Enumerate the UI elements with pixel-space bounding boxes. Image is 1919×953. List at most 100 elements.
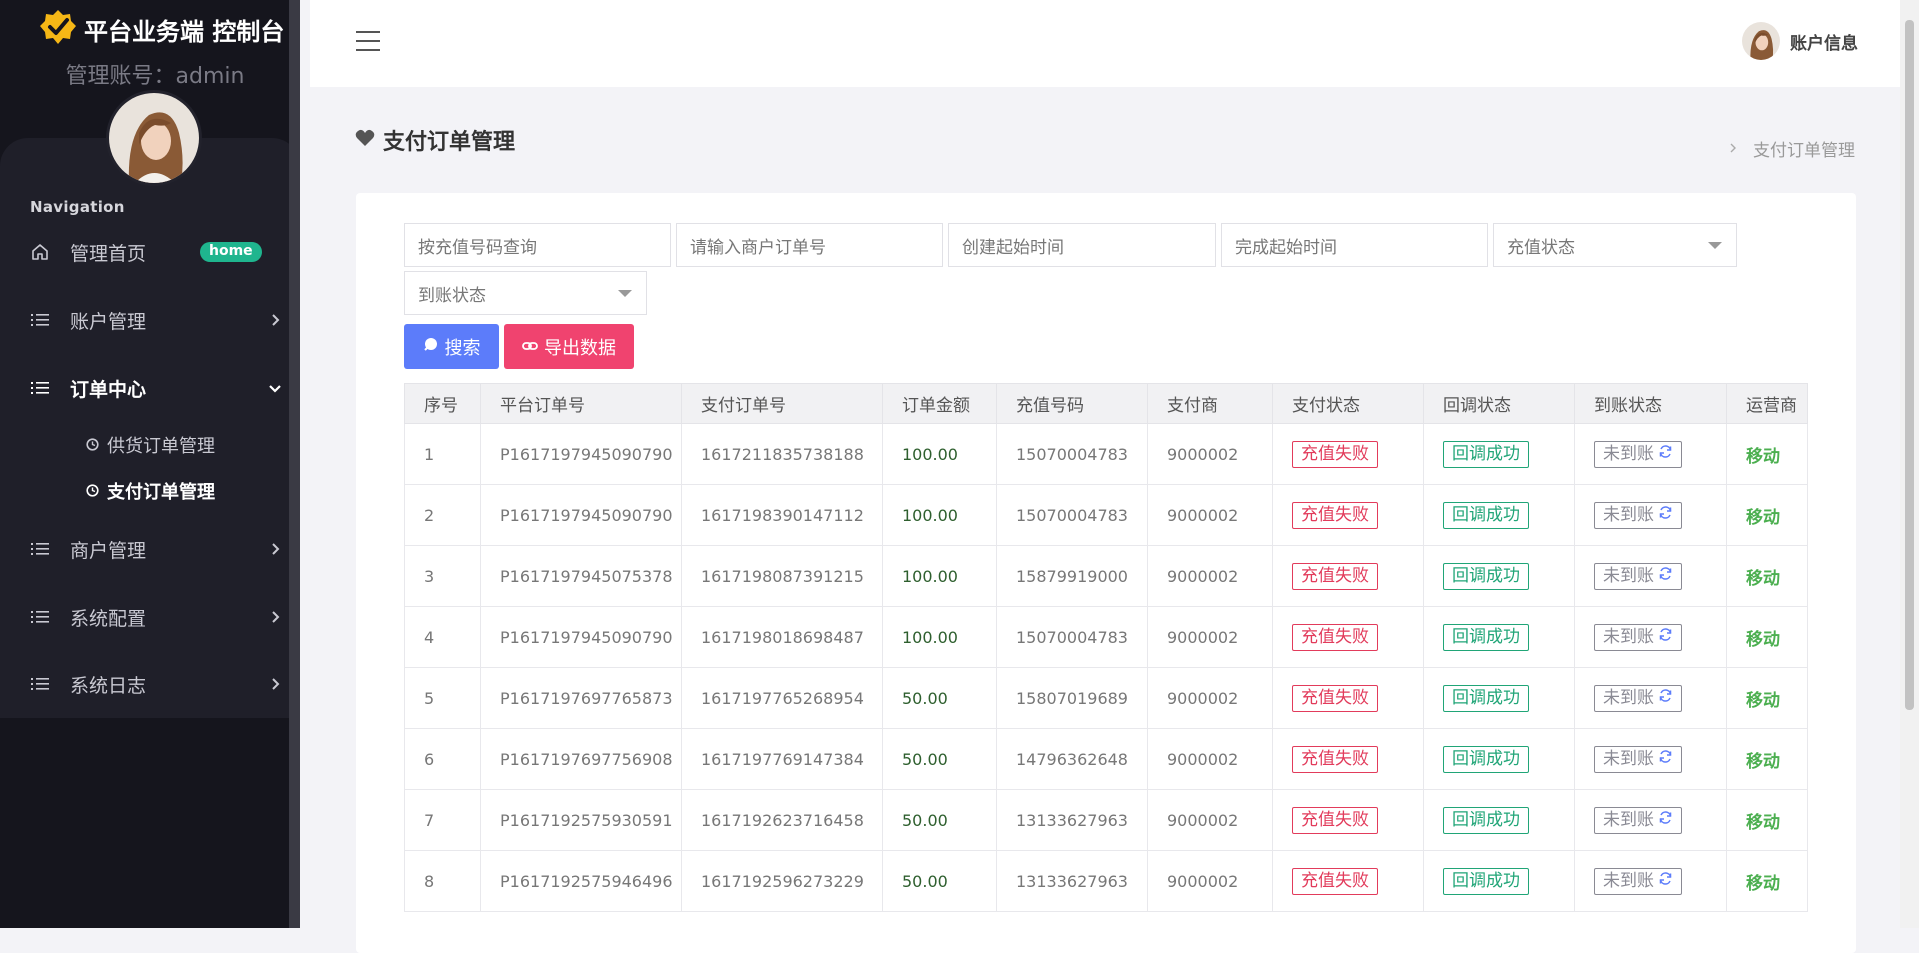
column-header: 支付状态 xyxy=(1272,383,1424,424)
chevron-right-icon xyxy=(272,543,280,555)
finish-start-time-input[interactable]: 完成起始时间 xyxy=(1221,223,1488,267)
sidebar: 平台业务端 控制台 管理账号：admin Navigation 管理首页 hom… xyxy=(0,0,300,928)
column-header: 运营商 xyxy=(1726,383,1808,424)
arrival-status-button[interactable]: 未到账 xyxy=(1594,562,1682,590)
table-header-row: 序号 平台订单号 支付订单号 订单金额 充值号码 支付商 支付状态 回调状态 到账状态 运营商 xyxy=(404,383,1808,424)
arrival-status-select[interactable]: 到账状态 xyxy=(404,271,647,315)
arrival-status-button[interactable]: 未到账 xyxy=(1594,867,1682,895)
carrier: 移动 xyxy=(1726,850,1808,912)
placeholder: 创建起始时间 xyxy=(962,237,1064,258)
arrival-status-button[interactable]: 未到账 xyxy=(1594,501,1682,529)
account-menu[interactable]: 账户信息 xyxy=(1742,22,1858,60)
sidebar-item-label: 订单中心 xyxy=(70,378,147,401)
order-amount: 100.00 xyxy=(882,423,997,485)
callback-status-cell: 回调成功 xyxy=(1423,423,1575,485)
recharge-number: 13133627963 xyxy=(996,789,1148,851)
sidebar-item-order-center[interactable]: 订单中心 xyxy=(0,358,300,418)
table-row: 1 P1617197945090790 1617211835738188 100.00… xyxy=(404,423,1808,485)
sidebar-item-accounts[interactable]: 账户管理 xyxy=(0,290,300,350)
arrival-status-button[interactable]: 未到账 xyxy=(1594,623,1682,651)
brand[interactable]: 平台业务端 控制台 xyxy=(38,8,284,50)
arrival-status-cell: 未到账 xyxy=(1574,728,1727,790)
list-icon xyxy=(30,310,50,330)
arrival-status-label: 未到账 xyxy=(1603,809,1654,830)
nav-panel: Navigation 管理首页 home 账户管理 订单中心 供货订单管理 支付… xyxy=(0,138,300,718)
list-icon xyxy=(30,539,50,559)
arrival-status-label: 未到账 xyxy=(1603,687,1654,708)
hamburger-icon[interactable] xyxy=(356,31,380,53)
table-row: 3 P1617197945075378 1617198087391215 100.00… xyxy=(404,545,1808,607)
callback-status-cell: 回调成功 xyxy=(1423,667,1575,729)
arrival-status-label: 未到账 xyxy=(1603,870,1654,891)
refresh-icon xyxy=(1658,869,1673,894)
search-button-label: 搜索 xyxy=(444,337,481,359)
carrier: 移动 xyxy=(1726,423,1808,485)
sidebar-subitem-supply-orders[interactable]: 供货订单管理 xyxy=(86,430,215,460)
sidebar-subitem-label: 供货订单管理 xyxy=(107,436,215,457)
pay-status-cell: 充值失败 xyxy=(1272,850,1424,912)
payment-provider: 9000002 xyxy=(1147,606,1273,668)
payment-order-no: 1617192596273229 xyxy=(681,850,883,912)
status-badge: 回调成功 xyxy=(1443,501,1529,529)
pay-status-cell: 充值失败 xyxy=(1272,728,1424,790)
status-badge: 充值失败 xyxy=(1292,806,1378,834)
recharge-status-select[interactable]: 充值状态 xyxy=(1493,223,1737,267)
refresh-icon xyxy=(1658,564,1673,589)
pay-status-cell: 充值失败 xyxy=(1272,667,1424,729)
search-button[interactable]: 搜索 xyxy=(404,324,499,369)
arrival-status-button[interactable]: 未到账 xyxy=(1594,684,1682,712)
pay-status-cell: 充值失败 xyxy=(1272,423,1424,485)
recharge-number: 15070004783 xyxy=(996,606,1148,668)
sidebar-subitem-payment-orders[interactable]: 支付订单管理 xyxy=(86,476,215,506)
create-start-time-input[interactable]: 创建起始时间 xyxy=(948,223,1216,267)
payment-provider: 9000002 xyxy=(1147,545,1273,607)
sidebar-item-merchants[interactable]: 商户管理 xyxy=(0,519,300,579)
page-scrollbar[interactable] xyxy=(1900,0,1919,928)
carrier: 移动 xyxy=(1726,667,1808,729)
payment-provider: 9000002 xyxy=(1147,789,1273,851)
refresh-icon xyxy=(1658,808,1673,833)
home-badge: home xyxy=(200,242,262,262)
callback-status-cell: 回调成功 xyxy=(1423,606,1575,668)
status-badge: 回调成功 xyxy=(1443,623,1529,651)
arrival-status-button[interactable]: 未到账 xyxy=(1594,806,1682,834)
row-index: 8 xyxy=(404,850,481,912)
recharge-number: 15807019689 xyxy=(996,667,1148,729)
refresh-icon xyxy=(1658,747,1673,772)
table-row: 5 P1617197697765873 1617197765268954 50.00 1… xyxy=(404,667,1808,729)
column-header: 回调状态 xyxy=(1423,383,1575,424)
arrival-status-button[interactable]: 未到账 xyxy=(1594,745,1682,773)
placeholder: 完成起始时间 xyxy=(1235,237,1337,258)
list-icon xyxy=(30,378,50,398)
column-header: 充值号码 xyxy=(996,383,1148,424)
export-button[interactable]: 导出数据 xyxy=(504,324,634,369)
arrival-status-cell: 未到账 xyxy=(1574,545,1727,607)
recharge-number: 13133627963 xyxy=(996,850,1148,912)
column-header: 订单金额 xyxy=(882,383,997,424)
sidebar-item-system-logs[interactable]: 系统日志 xyxy=(0,654,300,714)
row-index: 2 xyxy=(404,484,481,546)
brand-title: 平台业务端 控制台 xyxy=(84,17,285,46)
account-label: 账户信息 xyxy=(1790,33,1858,54)
refresh-icon xyxy=(1658,503,1673,528)
avatar xyxy=(1742,22,1780,60)
order-amount: 50.00 xyxy=(882,728,997,790)
table-row: 4 P1617197945090790 1617198018698487 100.00… xyxy=(404,606,1808,668)
merchant-order-input[interactable]: 请输入商户订单号 xyxy=(676,223,943,267)
breadcrumb: 支付订单管理 xyxy=(1729,136,1855,161)
recharge-number: 15070004783 xyxy=(996,484,1148,546)
payment-provider: 9000002 xyxy=(1147,667,1273,729)
scrollbar-thumb[interactable] xyxy=(1905,20,1914,710)
arrival-status-button[interactable]: 未到账 xyxy=(1594,440,1682,468)
sidebar-item-home[interactable]: 管理首页 home xyxy=(0,222,300,282)
row-index: 6 xyxy=(404,728,481,790)
platform-order-no: P1617192575930591 xyxy=(480,789,682,851)
sidebar-scrollbar[interactable] xyxy=(289,0,300,928)
refresh-icon xyxy=(1658,442,1673,467)
recharge-number-input[interactable]: 按充值号码查询 xyxy=(404,223,671,267)
platform-order-no: P1617197945090790 xyxy=(480,606,682,668)
breadcrumb-separator-icon xyxy=(1729,139,1737,159)
sidebar-item-system-config[interactable]: 系统配置 xyxy=(0,587,300,647)
chevron-down-icon xyxy=(1708,242,1722,249)
avatar[interactable] xyxy=(109,93,199,183)
